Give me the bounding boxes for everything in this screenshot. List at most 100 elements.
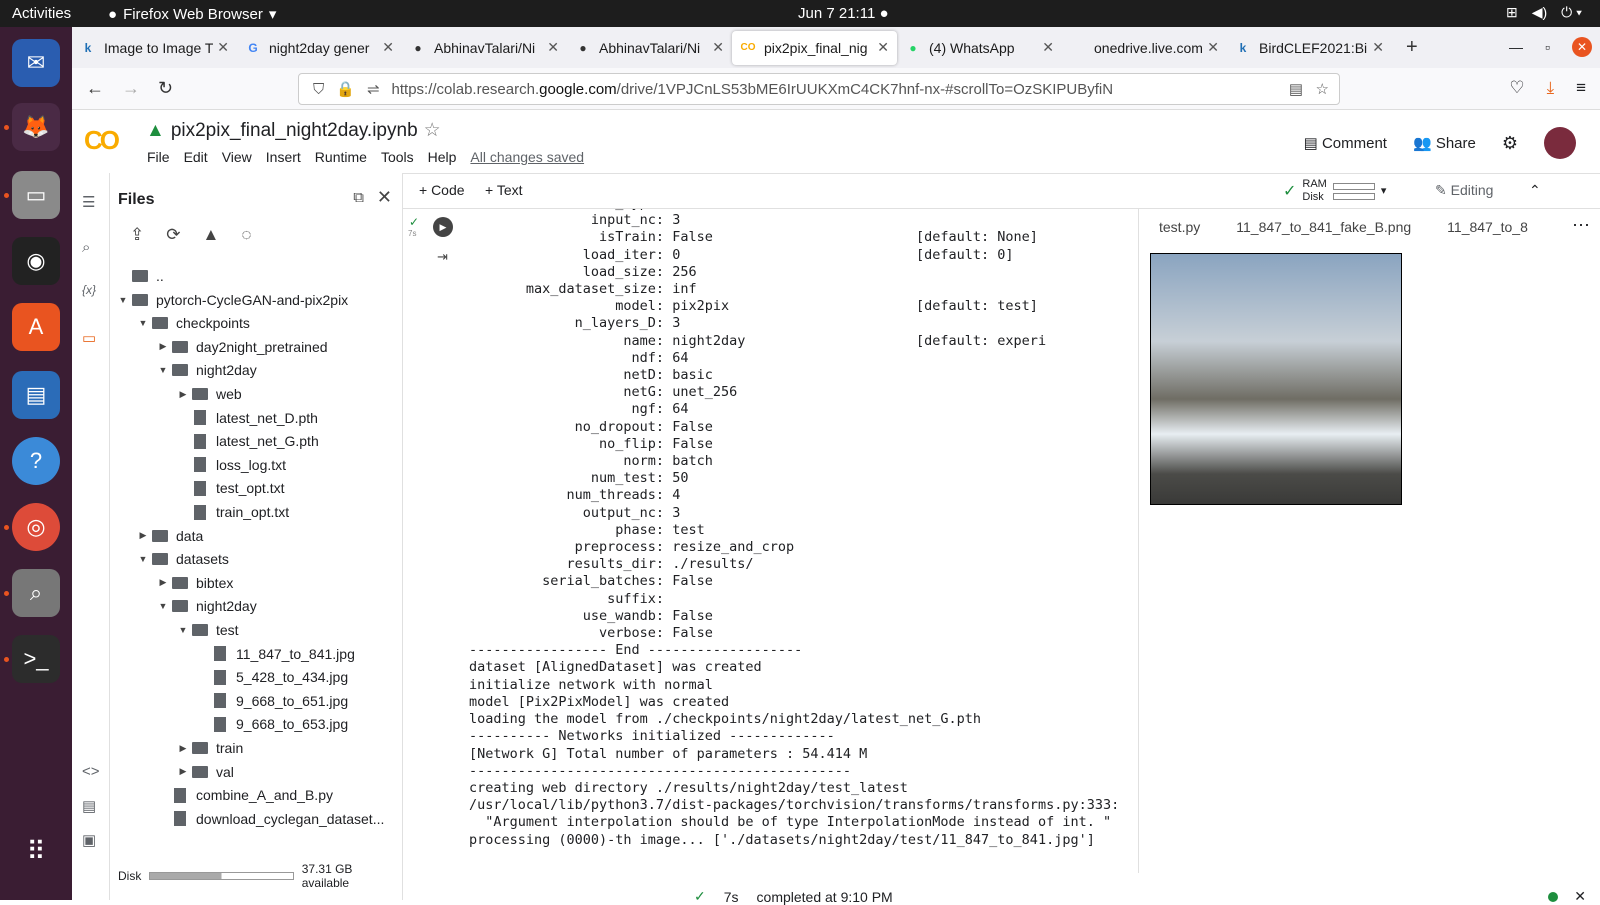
browser-tab[interactable]: onedrive.live.com/?c✕ (1062, 31, 1227, 65)
url-bar[interactable]: ⛉ 🔒 ⇌ https://colab.research.google.com/… (298, 73, 1340, 105)
collapse-icon[interactable]: ⌃ (1529, 182, 1541, 199)
menu-view[interactable]: View (215, 149, 259, 165)
chevron-down-icon[interactable]: ▼ (114, 295, 132, 305)
viewer-tab[interactable]: 11_847_to_8 (1447, 219, 1528, 235)
terminal-icon[interactable]: >_ (12, 635, 60, 683)
chevron-down-icon[interactable]: ▼ (134, 318, 152, 328)
chevron-down-icon[interactable]: ▼ (154, 365, 172, 375)
output-icon[interactable]: ⇥ (437, 249, 448, 265)
viewer-tab[interactable]: test.py (1159, 219, 1200, 235)
folder-item[interactable]: ▼ pytorch-CycleGAN-and-pix2pix (114, 289, 349, 311)
browser-tab[interactable]: ● (4) WhatsApp ✕ (897, 31, 1062, 65)
file-item[interactable]: download_cyclegan_dataset... (154, 808, 384, 830)
chrome-icon[interactable]: ◎ (12, 503, 60, 551)
writer-icon[interactable]: ▤ (12, 371, 60, 419)
toc-icon[interactable]: ☰ (82, 193, 95, 211)
close-icon[interactable]: ✕ (547, 39, 559, 56)
file-item[interactable]: latest_net_D.pth (174, 407, 318, 429)
folder-item[interactable]: ▼ night2day (154, 595, 257, 617)
menu-file[interactable]: File (140, 149, 177, 165)
menu-insert[interactable]: Insert (259, 149, 308, 165)
browser-tab-active[interactable]: CO pix2pix_final_nig ✕ (732, 30, 897, 65)
close-icon[interactable]: ✕ (1207, 39, 1219, 56)
file-item[interactable]: loss_log.txt (174, 454, 286, 476)
file-item[interactable]: train_opt.txt (174, 501, 289, 523)
menu-help[interactable]: Help (421, 149, 464, 165)
file-item[interactable]: test_opt.txt (174, 477, 284, 499)
reader-icon[interactable]: ▤ (1289, 80, 1303, 98)
close-icon[interactable]: ✕ (877, 39, 889, 56)
run-cell-button[interactable]: ▶ (433, 217, 453, 237)
app-menu[interactable]: ● Firefox Web Browser ▾ (108, 5, 276, 24)
back-button[interactable]: ← (86, 78, 104, 99)
folder-item[interactable]: ▶ bibtex (154, 572, 234, 594)
close-icon[interactable]: ✕ (1574, 888, 1586, 905)
colab-logo[interactable]: CO (84, 125, 120, 156)
folder-item[interactable]: ▼ datasets (134, 548, 229, 570)
browser-tab[interactable]: k BirdCLEF2021:Bi ✕ (1227, 31, 1392, 65)
chevron-right-icon[interactable]: ▶ (174, 389, 192, 400)
close-window-button[interactable]: ✕ (1572, 37, 1592, 57)
chevron-down-icon[interactable]: ▼ (134, 554, 152, 564)
folder-item[interactable]: .. (114, 265, 164, 287)
lock-icon[interactable]: 🔒 (336, 80, 355, 98)
gear-icon[interactable]: ⚙ (1502, 133, 1518, 154)
command-palette-icon[interactable]: ▤ (82, 797, 96, 815)
forward-button[interactable]: → (122, 78, 140, 99)
menu-icon[interactable]: ≡ (1576, 78, 1586, 98)
mount-drive-icon[interactable]: ▲ (203, 225, 220, 245)
chevron-right-icon[interactable]: ▶ (154, 577, 172, 588)
chevron-right-icon[interactable]: ▶ (174, 743, 192, 754)
add-text-button[interactable]: + Text (485, 182, 523, 198)
chevron-down-icon[interactable]: ▼ (174, 625, 192, 635)
menu-edit[interactable]: Edit (177, 149, 215, 165)
rhythmbox-icon[interactable]: ◉ (12, 237, 60, 285)
folder-icon[interactable]: ▭ (82, 329, 96, 347)
new-tab-button[interactable]: + (1406, 36, 1418, 59)
close-icon[interactable]: ✕ (1042, 39, 1054, 56)
file-item[interactable]: 9_668_to_653.jpg (194, 713, 348, 735)
chevron-right-icon[interactable]: ▶ (134, 530, 152, 541)
new-window-icon[interactable]: ⧉ (353, 189, 364, 206)
close-icon[interactable]: ✕ (1372, 39, 1384, 56)
close-icon[interactable]: ✕ (217, 39, 229, 56)
comment-button[interactable]: ▤ Comment (1304, 134, 1387, 152)
folder-item[interactable]: ▼ night2day (154, 359, 257, 381)
resource-monitor[interactable]: ✓ RAM Disk ▾ (1283, 178, 1386, 204)
search-icon[interactable]: ⌕ (82, 239, 90, 256)
browser-tab[interactable]: k Image to Image T ✕ (72, 31, 237, 65)
file-item[interactable]: 5_428_to_434.jpg (194, 666, 348, 688)
app-grid-icon[interactable]: ⠿ (12, 827, 60, 875)
folder-item[interactable]: ▼ checkpoints (134, 312, 250, 334)
menu-runtime[interactable]: Runtime (308, 149, 374, 165)
minimize-button[interactable]: — (1509, 39, 1523, 55)
viewer-tab[interactable]: 11_847_to_841_fake_B.png (1236, 219, 1411, 235)
activities-button[interactable]: Activities (12, 5, 71, 22)
thunderbird-icon[interactable]: ✉ (12, 39, 60, 87)
chevron-right-icon[interactable]: ▶ (174, 766, 192, 777)
hide-icon[interactable]: ◌ (241, 225, 251, 245)
close-icon[interactable]: ✕ (377, 187, 392, 208)
files-icon[interactable]: ▭ (12, 171, 60, 219)
reload-button[interactable]: ↻ (158, 78, 173, 99)
upload-icon[interactable]: ⇪ (130, 225, 144, 245)
share-button[interactable]: 👥 Share (1413, 134, 1476, 152)
folder-item[interactable]: ▶ train (174, 737, 244, 759)
menu-tools[interactable]: Tools (374, 149, 421, 165)
editing-mode-button[interactable]: ✎ Editing (1435, 182, 1493, 199)
bookmark-star-icon[interactable]: ☆ (1316, 80, 1329, 98)
browser-tab[interactable]: ● AbhinavTalari/Ni ✕ (567, 31, 732, 65)
maximize-button[interactable]: ▫ (1545, 39, 1550, 55)
avatar[interactable] (1544, 127, 1576, 159)
file-item[interactable]: latest_net_G.pth (174, 430, 319, 452)
chevron-down-icon[interactable]: ▼ (154, 601, 172, 611)
downloads-icon[interactable]: ⤓ (1547, 78, 1555, 98)
close-icon[interactable]: ✕ (382, 39, 394, 56)
folder-item[interactable]: ▶ data (134, 525, 204, 547)
folder-item[interactable]: ▼ test (174, 619, 239, 641)
file-item[interactable]: combine_A_and_B.py (154, 784, 333, 806)
chevron-right-icon[interactable]: ▶ (154, 341, 172, 352)
browser-tab[interactable]: ● AbhinavTalari/Ni ✕ (402, 31, 567, 65)
code-snippets-icon[interactable]: <> (82, 763, 100, 780)
folder-item[interactable]: ▶ val (174, 761, 234, 783)
